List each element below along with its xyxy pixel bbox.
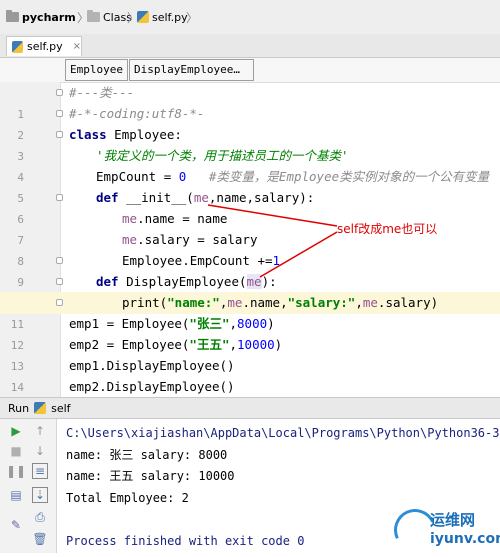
folder-icon	[6, 10, 19, 22]
watermark-logo: 运维网 iyunv.com	[388, 503, 500, 557]
run-config-name[interactable]: self	[51, 402, 70, 415]
tab-self-py[interactable]: self.py ×	[6, 36, 82, 56]
watermark-title: 运维网	[430, 511, 476, 529]
layout-icon[interactable]: ▤	[8, 487, 24, 503]
breadcrumb-label: self.py	[152, 10, 188, 24]
soft-wrap-icon[interactable]: ≡	[32, 463, 48, 479]
breadcrumb-label: pycharm	[22, 10, 76, 24]
stop-icon[interactable]: ■	[8, 443, 24, 459]
arrow-up-icon[interactable]: ↑	[32, 423, 48, 439]
run-toolbar: ▶ ↑ ■ ↓ ❚❚ ≡ ▤ ⇣ ⎙ ✎ 🗑	[0, 419, 57, 553]
structure-breadcrumb: Employee DisplayEmployee…	[0, 58, 500, 83]
editor-tab-bar: self.py ×	[0, 34, 500, 58]
breadcrumb-item-file[interactable]: self.py	[137, 10, 188, 24]
python-file-icon	[34, 402, 47, 414]
print-icon[interactable]: ⎙	[32, 509, 48, 525]
annotation-arrows	[207, 204, 338, 278]
run-icon[interactable]: ▶	[8, 423, 24, 439]
breadcrumb-item-folder[interactable]: Class	[87, 10, 132, 24]
pin-icon[interactable]: ✎	[8, 517, 24, 533]
annotation-text: self改成me也可以	[337, 220, 438, 237]
code-editor[interactable]: 1 #---类--- 2 #-*-coding:utf8-*- 3 class …	[0, 82, 500, 415]
trash-icon[interactable]: 🗑	[32, 531, 48, 547]
python-file-icon	[12, 40, 23, 53]
folder-icon	[87, 10, 100, 22]
breadcrumb-item-project[interactable]: pycharm	[6, 10, 76, 24]
console-line: name: 张三 salary: 8000	[66, 447, 228, 462]
pause-icon[interactable]: ❚❚	[6, 463, 26, 479]
console-line: C:\Users\xiajiashan\AppData\Local\Progra…	[66, 426, 500, 440]
run-tab-label[interactable]: Run	[8, 402, 29, 415]
chevron-right-icon: 〉	[186, 11, 199, 25]
structure-item-method[interactable]: DisplayEmployee…	[129, 59, 254, 81]
close-icon[interactable]: ×	[73, 41, 81, 52]
structure-item-class[interactable]: Employee	[65, 59, 128, 81]
tab-label: self.py	[26, 40, 63, 53]
run-panel-header: Run self	[0, 397, 500, 419]
console-line: name: 王五 salary: 10000	[66, 469, 235, 483]
watermark-url: iyunv.com	[430, 531, 500, 547]
scroll-to-end-icon[interactable]: ⇣	[32, 487, 48, 503]
annotation-arrow-line	[259, 231, 338, 278]
navigation-bar: pycharm 〉 Class 〉 self.py 〉	[0, 0, 500, 35]
python-file-icon	[137, 11, 149, 23]
annotation-arrow-line	[207, 204, 338, 227]
arrow-down-icon[interactable]: ↓	[32, 443, 48, 459]
